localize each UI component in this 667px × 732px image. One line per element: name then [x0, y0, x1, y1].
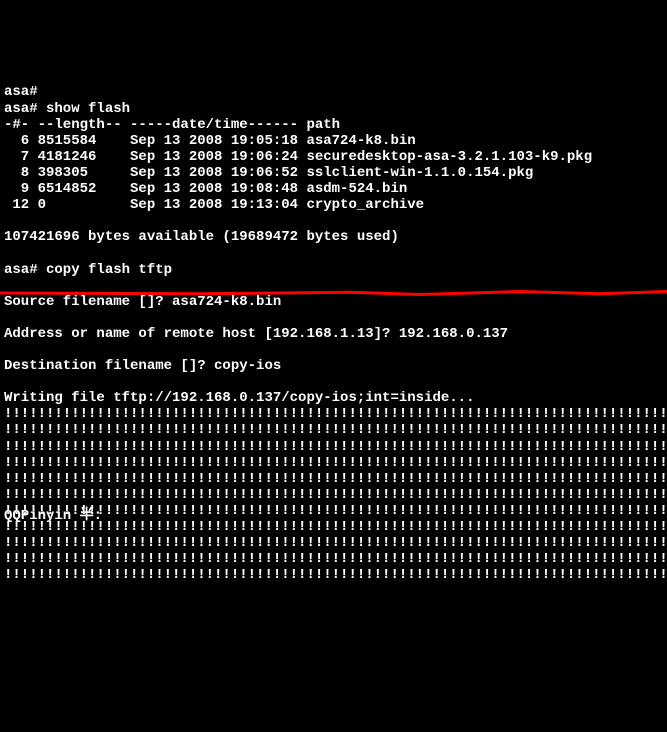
writing-line: Writing file tftp://192.168.0.137/copy-i…	[4, 390, 474, 406]
progress-row: !!!!!!!!!!!!!!!!!!!!!!!!!!!!!!!!!!!!!!!!…	[4, 551, 667, 567]
progress-row: !!!!!!!!!!!!!!!!!!!!!!!!!!!!!!!!!!!!!!!!…	[4, 455, 667, 471]
flash-file-row: 9 6514852 Sep 13 2008 19:08:48 asdm-524.…	[4, 181, 407, 197]
progress-row: !!!!!!!!!!!!!!!!!!!!!!!!!!!!!!!!!!!!!!!!…	[4, 422, 667, 438]
flash-file-row: 8 398305 Sep 13 2008 19:06:52 sslclient-…	[4, 165, 533, 181]
bytes-line: 107421696 bytes available (19689472 byte…	[4, 229, 399, 245]
host-prompt: Address or name of remote host [192.168.…	[4, 326, 508, 342]
flash-file-row: 12 0 Sep 13 2008 19:13:04 crypto_archive	[4, 197, 424, 213]
source-prompt: Source filename []? asa724-k8.bin	[4, 294, 281, 310]
command-line: asa# show flash	[4, 101, 130, 117]
progress-row: !!!!!!!!!!!!!!!!!!!!!!!!!!!!!!!!!!!!!!!!…	[4, 567, 667, 583]
flash-file-row: 6 8515584 Sep 13 2008 19:05:18 asa724-k8…	[4, 133, 416, 149]
flash-file-row: 7 4181246 Sep 13 2008 19:06:24 securedes…	[4, 149, 592, 165]
copy-command: asa# copy flash tftp	[4, 262, 172, 278]
destination-prompt: Destination filename []? copy-ios	[4, 358, 281, 374]
highlight-annotation	[0, 290, 667, 296]
progress-row: !!!!!!!!!!!!!!!!!!!!!!!!!!!!!!!!!!!!!!!!…	[4, 471, 667, 487]
progress-row: !!!!!!!!!!!!!!!!!!!!!!!!!!!!!!!!!!!!!!!!…	[4, 487, 667, 503]
progress-row: !!!!!!!!!!!!!!!!!!!!!!!!!!!!!!!!!!!!!!!!…	[4, 503, 667, 519]
ime-status-bar: QQPinyin 半:	[4, 508, 102, 524]
progress-row: !!!!!!!!!!!!!!!!!!!!!!!!!!!!!!!!!!!!!!!!…	[4, 519, 667, 535]
progress-row: !!!!!!!!!!!!!!!!!!!!!!!!!!!!!!!!!!!!!!!!…	[4, 406, 667, 422]
flash-header: -#- --length-- -----date/time------ path	[4, 117, 340, 133]
prompt-line: asa#	[4, 84, 38, 100]
progress-row: !!!!!!!!!!!!!!!!!!!!!!!!!!!!!!!!!!!!!!!!…	[4, 439, 667, 455]
progress-row: !!!!!!!!!!!!!!!!!!!!!!!!!!!!!!!!!!!!!!!!…	[4, 535, 667, 551]
